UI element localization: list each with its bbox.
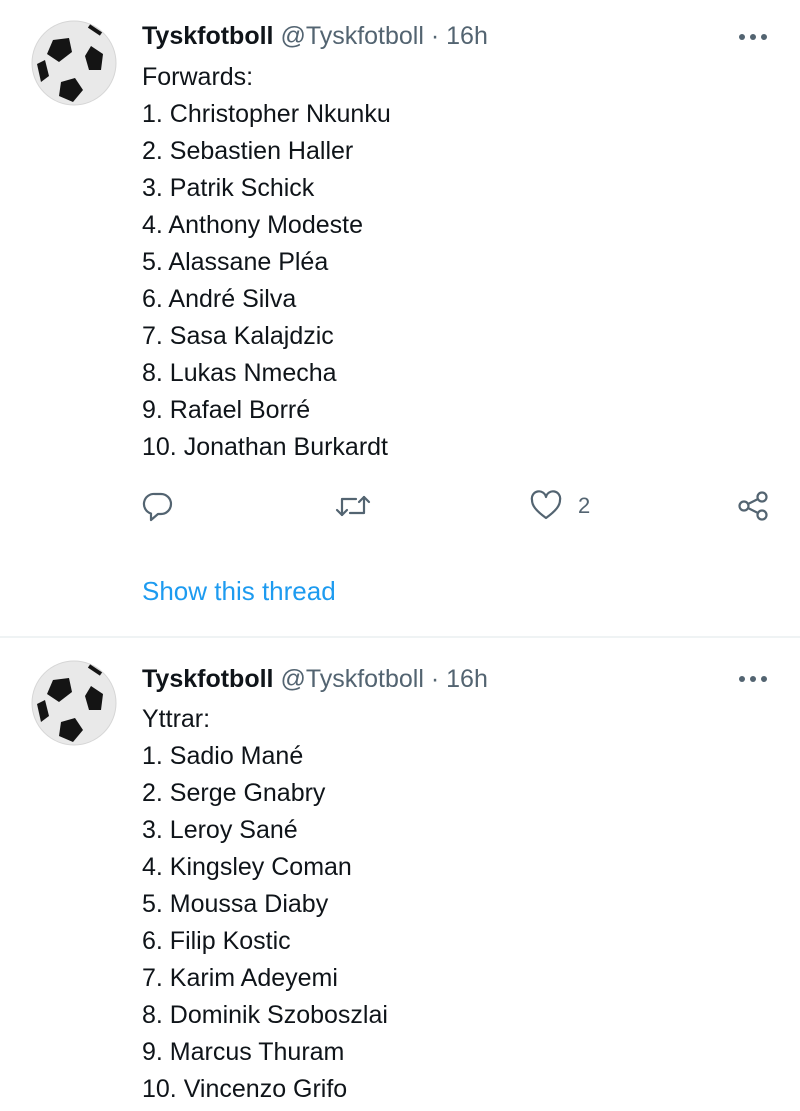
separator-dot: · (430, 22, 440, 50)
reply-icon (142, 492, 173, 522)
more-options-icon[interactable] (736, 27, 770, 47)
tweet-text-line: 10. Vincenzo Grifo (142, 1075, 348, 1103)
show-thread-link[interactable]: Show this thread (142, 574, 336, 608)
author-name[interactable]: Tyskfotboll (142, 665, 273, 693)
like-button[interactable]: 2 (530, 484, 590, 528)
tweet-text-line: 6. André Silva (142, 285, 297, 313)
heart-icon (530, 490, 562, 520)
author-name[interactable]: Tyskfotboll (142, 22, 273, 50)
reply-button[interactable] (141, 484, 175, 528)
tweet-text-line: 8. Lukas Nmecha (142, 359, 337, 387)
share-icon (738, 491, 768, 521)
share-button[interactable] (736, 484, 770, 528)
timestamp[interactable]: 16h (446, 22, 488, 50)
tweet-header: Tyskfotboll @Tyskfotboll · 16h (142, 662, 488, 696)
timestamp[interactable]: 16h (446, 665, 488, 693)
tweet-text: Yttrar: 1. Sadio Mané 2. Serge Gnabry 3.… (142, 701, 388, 1108)
tweet-text-line: 3. Patrik Schick (142, 174, 315, 202)
tweet-text-line: 6. Filip Kostic (142, 927, 291, 955)
tweet-text-line: 7. Karim Adeyemi (142, 964, 338, 992)
tweet[interactable]: Tyskfotboll @Tyskfotboll · 16h Forwards:… (0, 0, 800, 636)
author-handle[interactable]: @Tyskfotboll (280, 22, 423, 50)
tweet-header: Tyskfotboll @Tyskfotboll · 16h (142, 19, 488, 53)
tweet-text-line: 2. Sebastien Haller (142, 137, 354, 165)
soccer-ball-icon[interactable] (31, 660, 117, 746)
tweet-text-line: Yttrar: (142, 705, 211, 733)
tweet-text-line: 7. Sasa Kalajdzic (142, 322, 334, 350)
retweet-icon (335, 495, 371, 517)
separator-dot: · (430, 665, 440, 693)
author-handle[interactable]: @Tyskfotboll (280, 665, 423, 693)
retweet-button[interactable] (334, 484, 372, 528)
tweet-text-line: 4. Kingsley Coman (142, 853, 352, 881)
tweet-text-line: 10. Jonathan Burkardt (142, 433, 388, 461)
like-count: 2 (578, 493, 591, 518)
tweet-text-line: 4. Anthony Modeste (142, 211, 363, 239)
tweet-text-line: 5. Alassane Pléa (142, 248, 329, 276)
tweet-text-line: 1. Sadio Mané (142, 742, 304, 770)
tweet-text-line: 9. Marcus Thuram (142, 1038, 345, 1066)
tweet-text-line: 2. Serge Gnabry (142, 779, 326, 807)
tweet-text-line: Forwards: (142, 63, 254, 91)
tweet-text: Forwards: 1. Christopher Nkunku 2. Sebas… (142, 59, 391, 466)
tweet-text-line: 5. Moussa Diaby (142, 890, 329, 918)
tweet-text-line: 8. Dominik Szoboszlai (142, 1001, 388, 1029)
tweet-text-line: 9. Rafael Borré (142, 396, 311, 424)
more-options-icon[interactable] (736, 669, 770, 689)
soccer-ball-icon[interactable] (31, 20, 117, 106)
tweet[interactable]: Tyskfotboll @Tyskfotboll · 16h Yttrar: 1… (0, 638, 800, 1111)
tweet-actions: 2 (0, 484, 800, 528)
tweet-text-line: 3. Leroy Sané (142, 816, 298, 844)
tweet-text-line: 1. Christopher Nkunku (142, 100, 391, 128)
